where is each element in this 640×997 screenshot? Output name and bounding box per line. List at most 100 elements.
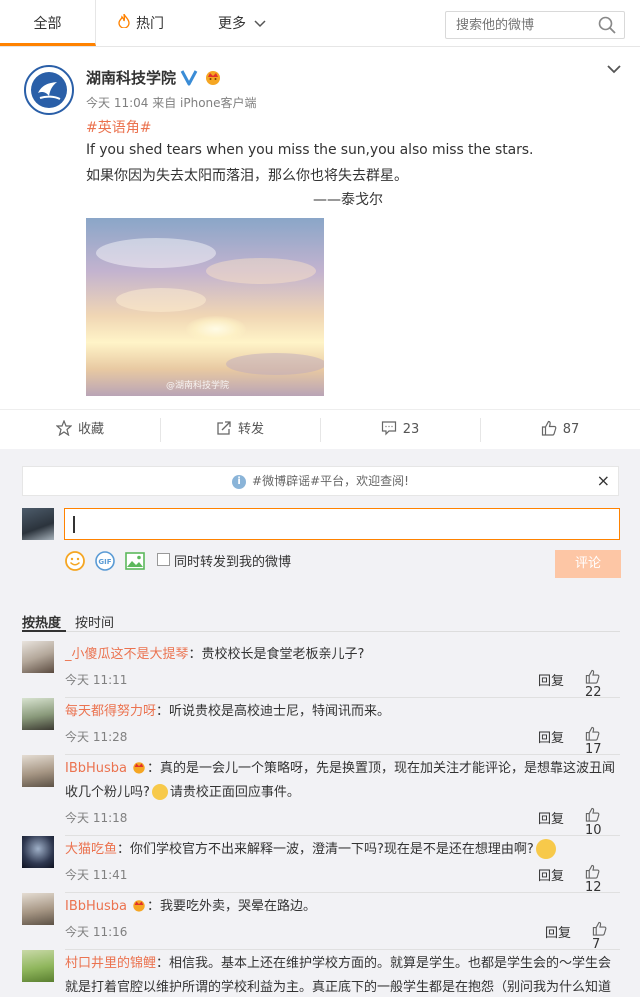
comment-text: 村口井里的锦鲤：相信我。基本上还在维护学校方面的。就算是学生。也都是学生会的～学… [65, 952, 620, 997]
thumbs-up-icon [541, 420, 557, 436]
thumbs-up-icon [592, 921, 607, 936]
comment-item: 每天都得努力呀：听说贵校是高校迪士尼，特闻讯而来。 今天 11:28 回复 17 [22, 698, 620, 757]
notice-banner[interactable]: i #微博辟谣#平台，欢迎查阅! × [22, 466, 619, 496]
submit-comment-button[interactable]: 评论 [555, 550, 621, 578]
notice-text: #微博辟谣#平台，欢迎查阅! [252, 474, 409, 488]
verified-icon [180, 70, 198, 86]
thumbs-up-icon [585, 864, 600, 879]
avatar[interactable] [24, 65, 74, 115]
tab-all-label: 全部 [33, 16, 62, 32]
comment-item: 村口井里的锦鲤：相信我。基本上还在维护学校方面的。就算是学生。也都是学生会的～学… [22, 950, 620, 997]
tab-all[interactable]: 全部 [0, 0, 96, 46]
emoji-icon [535, 838, 556, 859]
tab-hot[interactable]: 热门 [118, 0, 188, 46]
comment-author[interactable]: IBbHusba [65, 899, 127, 914]
comment-button[interactable]: 23 [320, 410, 480, 450]
avatar[interactable] [22, 641, 54, 673]
comment-text: 大猫吃鱼：你们学校官方不出来解释一波，澄清一下吗?现在是不是还在想理由啊? [65, 838, 620, 862]
flame-icon [118, 1, 130, 49]
favorite-button[interactable]: 收藏 [0, 410, 160, 450]
comment-like-button[interactable]: 22 [585, 669, 620, 700]
avatar[interactable] [22, 836, 54, 868]
sort-underline [22, 630, 66, 632]
comment-like-button[interactable]: 17 [585, 726, 620, 757]
avatar[interactable] [22, 755, 54, 787]
reply-button[interactable]: 回复 [538, 865, 564, 884]
comment-author[interactable]: 村口井里的锦鲤 [65, 956, 156, 971]
avatar[interactable] [22, 950, 54, 982]
tab-hot-label: 热门 [136, 16, 164, 32]
reply-button[interactable]: 回复 [538, 727, 564, 746]
chevron-down-icon [254, 20, 266, 28]
comment-time: 今天 11:18 [65, 811, 128, 825]
post-hashtag[interactable]: #英语角# [86, 117, 151, 137]
comment-time: 今天 11:28 [65, 730, 128, 744]
tab-more-label: 更多 [218, 16, 246, 32]
comment-author[interactable]: 大猫吃鱼 [65, 842, 117, 857]
avatar[interactable] [22, 698, 54, 730]
emoji-icon[interactable] [64, 550, 86, 572]
search-icon[interactable] [598, 16, 616, 34]
crown-icon [206, 71, 220, 85]
star-icon [55, 419, 73, 437]
comment-item: 大猫吃鱼：你们学校官方不出来解释一波，澄清一下吗?现在是不是还在想理由啊? 今天… [22, 836, 620, 895]
comment-body: ：听说贵校是高校迪士尼，特闻讯而来。 [156, 704, 391, 719]
comment-body: ：贵校校长是食堂老板亲儿子? [188, 647, 365, 662]
image-watermark: @湖南科技学院 [166, 381, 230, 391]
comment-item: IBbHusba ：真的是一会儿一个策略呀，先是换置顶，现在加关注才能评论，是想靠… [22, 755, 620, 838]
crown-icon [133, 899, 145, 912]
emoji-icon [151, 783, 168, 800]
comment-author[interactable]: IBbHusba [65, 761, 127, 776]
comment-item: _小傻瓜这不是大提琴：贵校校长是食堂老板亲儿子? 今天 11:11 回复 22 [22, 641, 620, 700]
sort-by-hot[interactable]: 按热度 [22, 616, 61, 631]
post-author[interactable]: 湖南科技学院 [86, 67, 176, 88]
sort-tabs: 按热度 按时间 [22, 612, 114, 631]
comment-body: ：真的是一会儿一个策略呀，先是换置顶，现在加关注才能评论，是想靠这波丑闻收几个粉… [65, 761, 616, 800]
comment-text: _小傻瓜这不是大提琴：贵校校长是食堂老板亲儿子? [65, 643, 620, 667]
post-text-chinese: 如果你因为失去太阳而落泪，那么你也将失去群星。 [86, 168, 408, 184]
reply-button[interactable]: 回复 [538, 808, 564, 827]
comment-time: 今天 11:41 [65, 868, 128, 882]
comment-item: IBbHusba ：我要吃外卖，哭晕在路边。 今天 11:16 回复 7 [22, 893, 620, 952]
thumbs-up-icon [585, 726, 600, 741]
post-image[interactable]: @湖南科技学院 [86, 218, 324, 396]
favorite-label: 收藏 [77, 422, 104, 437]
comment-body: ：我要吃外卖，哭晕在路边。 [147, 899, 317, 914]
info-icon: i [232, 474, 247, 489]
repost-button[interactable]: 转发 [160, 410, 320, 450]
sort-by-time[interactable]: 按时间 [75, 616, 114, 631]
thumbs-up-icon [585, 669, 600, 684]
reply-button[interactable]: 回复 [545, 922, 571, 941]
comment-text: IBbHusba ：真的是一会儿一个策略呀，先是换置顶，现在加关注才能评论，是想靠… [65, 757, 620, 805]
avatar[interactable] [22, 893, 54, 925]
image-icon[interactable] [124, 550, 146, 572]
gif-icon[interactable]: GIF [94, 550, 116, 572]
comment-icon [381, 421, 396, 436]
like-count: 87 [562, 422, 580, 437]
share-icon [217, 421, 231, 435]
comment-author[interactable]: _小傻瓜这不是大提琴 [65, 647, 189, 662]
comment-like-button[interactable]: 7 [592, 921, 620, 952]
svg-text:GIF: GIF [98, 558, 111, 566]
repost-checkbox-label: 同时转发到我的微博 [174, 555, 292, 570]
post-text-attribution: ——泰戈尔 [313, 192, 383, 208]
like-button[interactable]: 87 [480, 410, 640, 450]
comment-body-continued: 请贵校正面回应事件。 [169, 785, 300, 800]
my-avatar [22, 508, 54, 540]
divider [22, 631, 620, 632]
comment-input[interactable] [64, 508, 620, 540]
comment-like-button[interactable]: 10 [585, 807, 620, 838]
reply-button[interactable]: 回复 [538, 670, 564, 689]
tab-bar: 全部 热门 更多 [0, 0, 640, 47]
comment-count: 23 [402, 422, 420, 437]
tab-more[interactable]: 更多 [218, 0, 288, 46]
chevron-down-icon[interactable] [606, 63, 622, 75]
repost-checkbox[interactable] [157, 553, 170, 566]
comment-author[interactable]: 每天都得努力呀 [65, 704, 156, 719]
post-text-english: If you shed tears when you miss the sun,… [86, 142, 534, 158]
comment-like-button[interactable]: 12 [585, 864, 620, 895]
search-input[interactable] [446, 12, 586, 38]
close-icon[interactable]: × [597, 467, 610, 495]
repost-label: 转发 [237, 422, 264, 437]
comment-body: ：你们学校官方不出来解释一波，澄清一下吗?现在是不是还在想理由啊? [117, 842, 534, 857]
